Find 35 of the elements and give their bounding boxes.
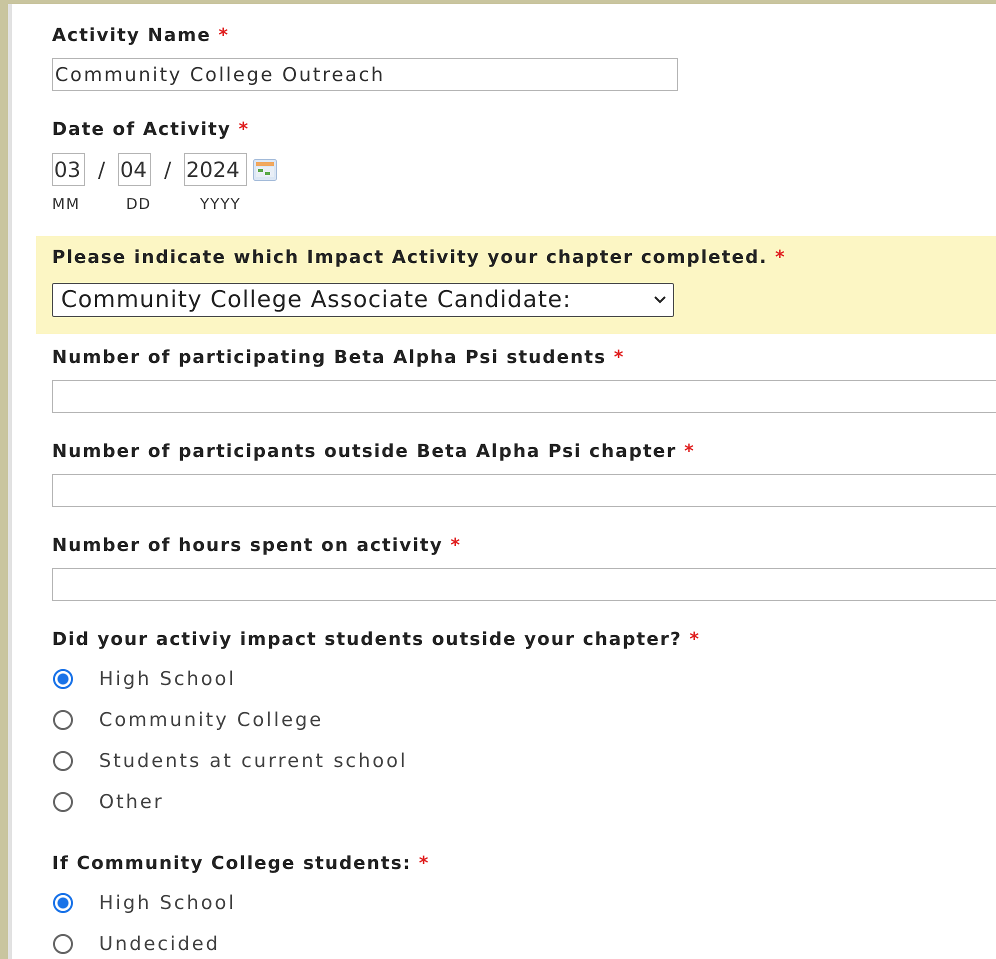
text-input[interactable] [52, 568, 996, 601]
field-label: Activity Name * [52, 24, 230, 48]
field-label: Number of participating Beta Alpha Psi students * [52, 346, 626, 370]
option-label[interactable]: High School [99, 668, 236, 690]
text-input[interactable]: Community College Outreach [52, 58, 678, 91]
text-input[interactable] [52, 474, 996, 507]
field-label: Did your activiy impact students outside your chapter? * [52, 628, 702, 652]
chevron-down-icon [653, 295, 667, 305]
text-input[interactable] [52, 380, 996, 413]
date-input[interactable]: 04 [118, 153, 152, 186]
radio-button[interactable] [53, 792, 73, 812]
date-caption: YYYY [200, 195, 241, 213]
date-separator: / [97, 158, 106, 182]
date-input[interactable]: 03 [52, 153, 85, 186]
radio-button[interactable] [53, 710, 73, 730]
option-label[interactable]: High School [99, 892, 236, 914]
option-label[interactable]: Community College [99, 708, 324, 730]
field-label: Number of hours spent on activity * [52, 534, 462, 558]
field-label: Date of Activity * [52, 118, 250, 142]
option-label[interactable]: Other [99, 790, 164, 812]
date-separator: / [163, 158, 172, 182]
date-caption: DD [126, 195, 152, 213]
dropdown[interactable]: Community College Associate Candidate: [52, 283, 674, 317]
field-label: If Community College students: * [52, 852, 431, 876]
field-label: Please indicate which Impact Activity your chapter completed. * [52, 246, 787, 270]
date-input[interactable]: 2024 [184, 153, 248, 186]
calendar-icon[interactable] [253, 158, 278, 180]
field-label: Number of participants outside Beta Alpha Psi chapter * [52, 440, 696, 464]
option-label[interactable]: Undecided [99, 932, 220, 954]
radio-button[interactable] [53, 892, 73, 912]
radio-button[interactable] [53, 934, 73, 954]
date-caption: MM [52, 195, 81, 213]
option-label[interactable]: Students at current school [99, 750, 408, 772]
radio-button[interactable] [53, 668, 73, 688]
radio-button[interactable] [53, 750, 73, 770]
